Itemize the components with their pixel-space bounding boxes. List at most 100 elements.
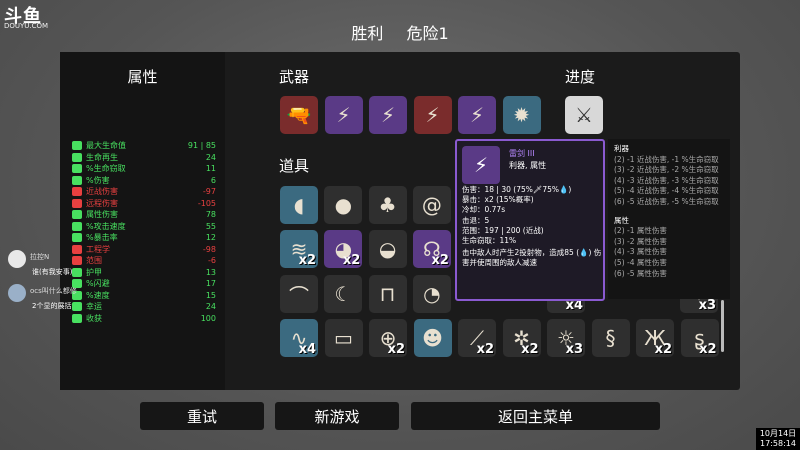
item-slot[interactable]: ⟋ x2 [458, 319, 496, 357]
chat-message: 谁(有我安事) [32, 268, 73, 276]
stat-value: -98 [202, 244, 216, 254]
item-slot[interactable]: ☻ [413, 319, 452, 357]
stat-value: -97 [202, 187, 216, 196]
sword-icon: ⚔ [575, 103, 593, 127]
item-slot[interactable]: 🔫 [280, 96, 318, 134]
stat-value: -6 [208, 256, 216, 265]
item-slot[interactable]: ◔ [412, 275, 451, 313]
stat-value: 91 | 85 [187, 141, 216, 150]
item-slot[interactable]: ☼ x3 [547, 319, 585, 357]
weapons-title: 武器 [279, 68, 310, 86]
item-slot[interactable]: ⚡ [413, 96, 452, 134]
progress-title: 进度 [565, 68, 596, 86]
stat-row: %暴击率 12 [72, 232, 216, 244]
stat-value: 24 [205, 152, 216, 162]
item-slot[interactable]: ⚔ [565, 96, 603, 134]
item-slot[interactable]: ⚡ [369, 96, 407, 134]
item-slot[interactable]: ⚡ [324, 96, 363, 134]
item-slot[interactable]: Жx2 [636, 319, 674, 357]
items-scrollbar[interactable] [721, 300, 724, 352]
item-slot[interactable]: ʂ x2 [680, 319, 719, 357]
stat-value: 17 [205, 279, 216, 288]
item-slot[interactable]: ✹ [502, 96, 541, 134]
item-slot[interactable]: ▭ [324, 319, 363, 357]
stat-row: 近战伤害 -97 [72, 186, 216, 198]
stat-value: 15 [205, 290, 216, 300]
item-slot[interactable]: ≋ x2 [280, 230, 318, 268]
set-bonus-line: (6) -5 近战伤害, -5 %生命窃取 [614, 196, 719, 206]
item-slot[interactable]: ∿ x4 [280, 319, 318, 357]
item-slot[interactable]: ✲ x2 [502, 319, 541, 357]
chat-user: 拉控N [30, 253, 50, 261]
item-slot[interactable]: ● [324, 186, 363, 224]
stat-row: 属性伤害 78 [72, 209, 216, 221]
chat-message: 2个显的展括 [32, 302, 72, 310]
wand-icon: ⚡ [380, 103, 396, 127]
new-game-button[interactable]: 新游戏 [275, 402, 399, 430]
item-count: x2 [654, 342, 672, 357]
stat-value: 78 [205, 210, 216, 219]
stat-value: 12 [205, 233, 216, 242]
stat-name: %生命窃取 [86, 164, 126, 173]
set-bonus-line: (4) -3 近战伤害, -3 %生命窃取 [614, 175, 719, 185]
stat-name: 护甲 [86, 267, 102, 277]
stat-row: 远程伤害 -105 [72, 198, 216, 210]
chat-user: ocs叫什么都修 [30, 287, 77, 295]
stat-icon [72, 210, 82, 220]
rock-icon: ● [334, 193, 353, 217]
stat-name: 远程伤害 [86, 198, 118, 208]
item-slot[interactable]: ◒ [368, 230, 407, 268]
jar-icon: ⊓ [379, 282, 396, 306]
stat-row: 幸运 24 [72, 301, 216, 313]
horn-icon: ☾ [334, 282, 353, 306]
set-bonus-line: (3) -2 属性伤害 [614, 236, 667, 246]
stat-icon [72, 313, 82, 323]
set-bonus-line: (3) -2 近战伤害, -2 %生命窃取 [614, 165, 719, 175]
item-slot[interactable]: @ [412, 186, 451, 224]
plant-icon: ♣ [378, 193, 397, 217]
item-slot[interactable]: ♣ [368, 186, 407, 224]
stat-name: %暴击率 [86, 233, 118, 242]
frog-icon: ☻ [422, 326, 443, 350]
set-bonus-header: 属性 [614, 215, 629, 225]
stream-clock: 10月14日 17:58:14 [756, 428, 800, 450]
item-slot[interactable]: ☾ [324, 275, 363, 313]
gun-icon: 🔫 [286, 103, 312, 127]
item-slot[interactable]: ⚡ [458, 96, 496, 134]
item-slot[interactable]: ⊕ x2 [369, 319, 407, 357]
item-count: x2 [521, 342, 539, 357]
set-bonus-line: (5) -4 属性伤害 [614, 257, 667, 267]
page-title: 胜利 危险1 [0, 20, 800, 44]
item-slot[interactable]: ⌒ [280, 275, 318, 313]
stat-row: %伤害 6 [72, 175, 216, 187]
stat-icon [72, 233, 82, 243]
item-count: x3 [565, 342, 583, 357]
stat-name: 幸运 [86, 302, 102, 311]
main-menu-button[interactable]: 返回主菜单 [411, 402, 660, 430]
wand-icon: ⚡ [425, 103, 440, 127]
item-slot[interactable]: ◕ x2 [324, 230, 363, 268]
tooltip-stat-line: 范围：197 | 200 (近战) [462, 225, 544, 235]
stat-value: 24 [205, 302, 216, 311]
stat-icon [72, 164, 82, 174]
stat-name: 工程学 [86, 244, 110, 254]
set-bonus-line: (2) -1 近战伤害, -1 %生命窃取 [614, 154, 719, 164]
stat-row: 护甲 13 [72, 267, 216, 279]
stat-name: 收获 [86, 313, 102, 323]
wand-icon: ⚡ [336, 103, 351, 127]
tooltip-stat-line: 击中敌人时产生2投射物，造成85 (💧) 伤害并使周围的敌人减速 [462, 248, 602, 268]
stat-icon [72, 256, 82, 266]
item-slot[interactable]: § [591, 319, 630, 357]
worm-icon: § [605, 326, 616, 350]
tooltip-stats: 伤害：18 | 30 (75%🗡75%💧) 暴击：x2 (15%概率) 冷却：0.7… [462, 185, 604, 269]
clock-date: 10月14日 [759, 429, 797, 438]
tooltip-stat-line: 击退：5 [462, 215, 490, 225]
retry-button[interactable]: 重试 [140, 402, 264, 430]
stat-value: 11 [205, 164, 216, 173]
item-slot[interactable]: ☊ x2 [412, 230, 451, 268]
stat-value: 100 [200, 313, 216, 323]
stat-icon [72, 175, 82, 185]
stat-icon [72, 187, 82, 197]
item-slot[interactable]: ◖ [280, 186, 318, 224]
item-slot[interactable]: ⊓ [368, 275, 407, 313]
